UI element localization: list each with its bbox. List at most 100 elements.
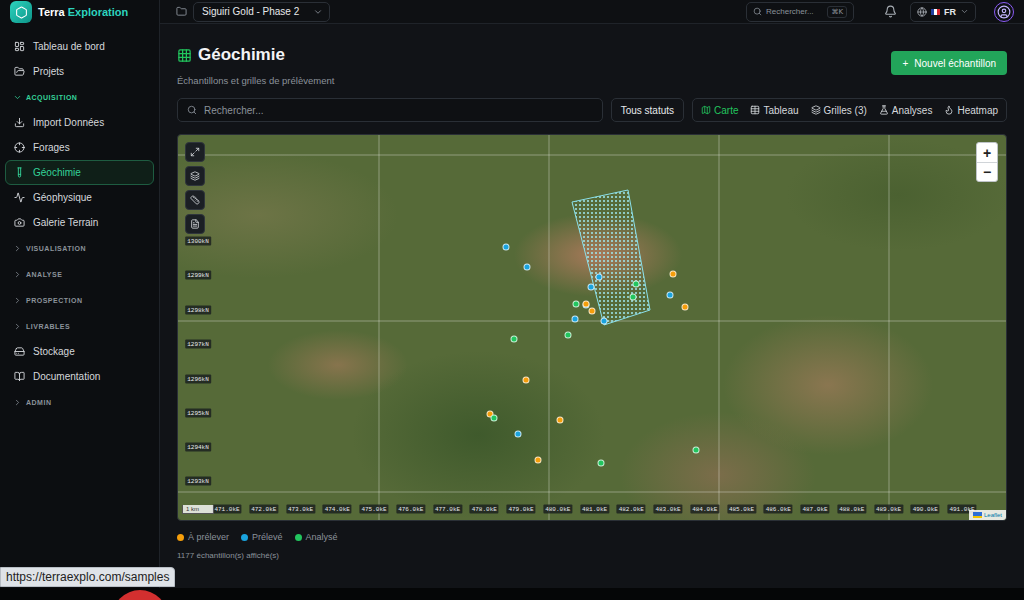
sample-marker[interactable]: [588, 284, 595, 291]
nav-icon: [14, 192, 25, 203]
map-tool-button[interactable]: [185, 190, 205, 210]
scale-bar: 1 km: [182, 505, 214, 514]
notifications-button[interactable]: [880, 2, 900, 22]
x-axis-label: 479.0kE: [506, 505, 535, 514]
y-axis-label: 1300kN: [185, 237, 211, 246]
sample-marker[interactable]: [524, 264, 531, 271]
x-axis-label: 471.0kE: [212, 505, 241, 514]
sample-marker[interactable]: [557, 417, 564, 424]
map-tool-button[interactable]: [185, 142, 205, 162]
sample-marker[interactable]: [596, 274, 603, 281]
new-sample-button[interactable]: +Nouvel échantillon: [891, 51, 1007, 75]
hexagon-icon: [15, 6, 28, 19]
search-field[interactable]: Rechercher...: [177, 98, 603, 122]
sidebar-item[interactable]: Stockage: [5, 339, 154, 364]
legend-item: Prélevé: [241, 532, 283, 542]
y-axis-label: 1295kN: [185, 409, 211, 418]
sidebar-section[interactable]: ANALYSE: [5, 261, 154, 287]
sample-marker[interactable]: [598, 460, 605, 467]
sample-marker[interactable]: [633, 281, 640, 288]
sample-marker[interactable]: [583, 301, 590, 308]
sidebar-section[interactable]: VISUALISATION: [5, 235, 154, 261]
zoom-out-button[interactable]: −: [977, 162, 997, 181]
sidebar-section[interactable]: ADMIN: [5, 389, 154, 415]
y-axis-label: 1298kN: [185, 306, 211, 315]
y-axis-label: 1296kN: [185, 375, 211, 384]
ukraine-flag-icon: [973, 512, 982, 518]
sample-marker[interactable]: [667, 292, 674, 299]
global-search[interactable]: Rechercher...⌘K: [746, 2, 854, 22]
view-tab[interactable]: Heatmap: [939, 102, 1003, 119]
x-axis-label: 476.0kE: [396, 505, 425, 514]
y-axis-label: 1293kN: [185, 477, 211, 486]
status-url: https://terraexplo.com/samples: [0, 567, 175, 587]
sample-marker[interactable]: [573, 301, 580, 308]
view-tab[interactable]: Carte: [696, 102, 743, 119]
nav-icon: [14, 371, 25, 382]
language-select[interactable]: FR: [910, 2, 976, 22]
sample-marker[interactable]: [682, 304, 689, 311]
view-tab[interactable]: Tableau: [745, 102, 803, 119]
sample-marker[interactable]: [572, 316, 579, 323]
sidebar-section[interactable]: PROSPECTION: [5, 287, 154, 313]
x-axis-label: 484.0kE: [690, 505, 719, 514]
zoom-in-button[interactable]: +: [977, 143, 997, 162]
zoom-control: +−: [976, 142, 998, 182]
sidebar-item[interactable]: Tableau de bord: [5, 34, 154, 59]
globe-icon: [917, 7, 927, 17]
view-icon: [750, 105, 760, 115]
legend-dot: [177, 534, 184, 541]
sidebar-item[interactable]: Import Données: [5, 110, 154, 135]
sample-marker[interactable]: [511, 336, 518, 343]
view-tab[interactable]: Analyses: [874, 102, 938, 119]
sample-marker[interactable]: [565, 332, 572, 339]
sidebar-item[interactable]: Forages: [5, 135, 154, 160]
sidebar-item[interactable]: Projets: [5, 59, 154, 84]
sidebar-item[interactable]: Géochimie: [5, 160, 154, 185]
sample-marker[interactable]: [589, 308, 596, 315]
x-axis-label: 473.0kE: [286, 505, 315, 514]
page-content: GéochimieÉchantillons et grilles de prél…: [160, 24, 1024, 560]
map[interactable]: 1300kN1299kN1298kN1297kN1296kN1295kN1294…: [177, 134, 1007, 521]
sample-marker[interactable]: [630, 294, 637, 301]
sample-marker[interactable]: [503, 244, 510, 251]
x-axis-label: 485.0kE: [727, 505, 756, 514]
x-axis-label: 482.0kE: [617, 505, 646, 514]
x-axis-label: 472.0kE: [249, 505, 278, 514]
chevron-right-icon: [13, 398, 22, 407]
sidebar-item[interactable]: Documentation: [5, 364, 154, 389]
sample-marker[interactable]: [515, 431, 522, 438]
status-filter[interactable]: Tous statuts: [611, 98, 684, 122]
map-tool-button[interactable]: [185, 214, 205, 234]
sidebar-section[interactable]: LIVRABLES: [5, 313, 154, 339]
sidebar-nav: Tableau de bordProjetsACQUISITIONImport …: [0, 24, 159, 415]
sample-marker[interactable]: [693, 447, 700, 454]
brand-name: Terra Exploration: [38, 6, 128, 18]
logo[interactable]: [10, 1, 32, 23]
sample-marker[interactable]: [491, 415, 498, 422]
x-axis-label: 481.0kE: [580, 505, 609, 514]
x-axis-label: 474.0kE: [323, 505, 352, 514]
sample-marker[interactable]: [601, 318, 608, 325]
sample-marker[interactable]: [670, 271, 677, 278]
app-shell: Terra ExplorationTableau de bordProjetsA…: [0, 0, 1024, 600]
legend-dot: [241, 534, 248, 541]
map-attribution[interactable]: Leaflet: [969, 510, 1006, 520]
map-tool-button[interactable]: [185, 166, 205, 186]
view-tab[interactable]: Grilles (3): [806, 102, 872, 119]
map-tools: [185, 142, 205, 234]
sample-marker[interactable]: [523, 377, 530, 384]
sidebar-item[interactable]: Galerie Terrain: [5, 210, 154, 235]
user-avatar[interactable]: [994, 2, 1014, 22]
sidebar-section[interactable]: ACQUISITION: [5, 84, 154, 110]
nav-icon: [14, 142, 25, 153]
project-select[interactable]: Siguiri Gold - Phase 2: [193, 2, 330, 22]
record-button[interactable]: [112, 590, 168, 600]
legend-dot: [295, 534, 302, 541]
user-icon: [997, 5, 1011, 19]
sample-marker[interactable]: [535, 457, 542, 464]
sample-count: 1177 échantillon(s) affiché(s): [177, 551, 1007, 560]
grid-icon: [177, 48, 192, 63]
sampling-grid[interactable]: [572, 190, 650, 325]
sidebar-item[interactable]: Géophysique: [5, 185, 154, 210]
